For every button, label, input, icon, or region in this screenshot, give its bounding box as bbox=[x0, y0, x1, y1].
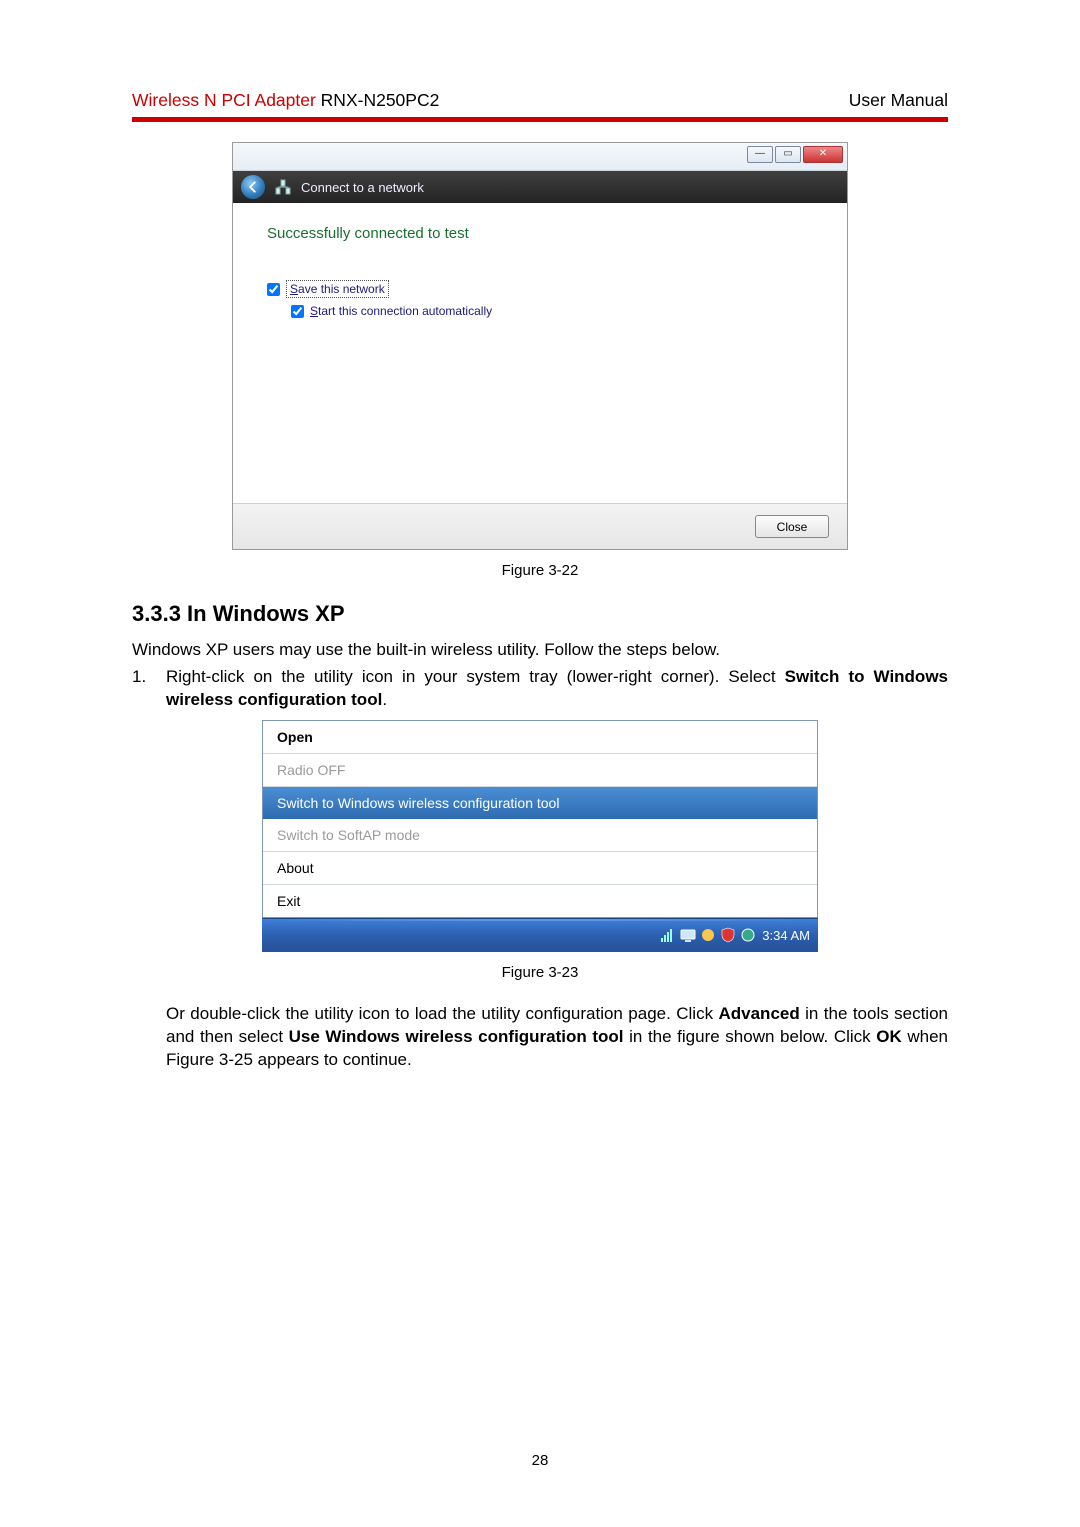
connect-window: Connect to a network Successfully connec… bbox=[232, 142, 848, 550]
window-body: Successfully connected to test Save this… bbox=[233, 203, 847, 503]
section-heading: 3.3.3 In Windows XP bbox=[132, 601, 948, 627]
menu-exit[interactable]: Exit bbox=[263, 885, 817, 917]
header-divider bbox=[132, 117, 948, 122]
page-number: 28 bbox=[132, 1452, 948, 1469]
menu-switch-windows-wireless[interactable]: Switch to Windows wireless configuration… bbox=[263, 787, 817, 819]
step-1: 1. Right-click on the utility icon in yo… bbox=[132, 666, 948, 712]
toolbar-title: Connect to a network bbox=[301, 180, 424, 195]
step-1-number: 1. bbox=[132, 666, 166, 712]
shield-icon[interactable] bbox=[720, 927, 736, 943]
menu-switch-softap: Switch to SoftAP mode bbox=[263, 819, 817, 851]
page-header: Wireless N PCI Adapter RNX-N250PC2 User … bbox=[132, 90, 948, 111]
window-maximize-button[interactable] bbox=[775, 146, 801, 163]
start-auto-checkbox-row: Start this connection automatically bbox=[291, 304, 813, 318]
step-1-text: Right-click on the utility icon in your … bbox=[166, 666, 948, 712]
header-right: User Manual bbox=[849, 90, 948, 111]
network-icon bbox=[275, 179, 291, 195]
start-auto-checkbox[interactable] bbox=[291, 305, 304, 318]
window-minimize-button[interactable] bbox=[747, 146, 773, 163]
tray-context-menu: Open Radio OFF Switch to Windows wireles… bbox=[262, 720, 818, 918]
menu-about[interactable]: About bbox=[263, 852, 817, 884]
close-button[interactable]: Close bbox=[755, 515, 829, 538]
save-network-checkbox[interactable] bbox=[267, 283, 280, 296]
arrow-left-icon bbox=[246, 180, 260, 194]
figure-caption-3-22: Figure 3-22 bbox=[132, 562, 948, 579]
tray-clock: 3:34 AM bbox=[762, 928, 810, 943]
window-footer: Close bbox=[233, 503, 847, 549]
window-toolbar: Connect to a network bbox=[233, 171, 847, 203]
tray-icons bbox=[660, 927, 756, 943]
window-close-button[interactable] bbox=[803, 146, 843, 163]
paragraph-after-fig23: Or double-click the utility icon to load… bbox=[166, 1003, 948, 1072]
sync-icon[interactable] bbox=[700, 927, 716, 943]
monitor-icon[interactable] bbox=[680, 927, 696, 943]
save-network-label: Save this network bbox=[286, 280, 389, 298]
menu-radio-off: Radio OFF bbox=[263, 754, 817, 786]
figure-caption-3-23: Figure 3-23 bbox=[132, 964, 948, 981]
intro-paragraph: Windows XP users may use the built-in wi… bbox=[132, 639, 948, 662]
success-message: Successfully connected to test bbox=[267, 225, 813, 242]
menu-open[interactable]: Open bbox=[263, 721, 817, 753]
header-model: RNX-N250PC2 bbox=[321, 90, 440, 110]
header-title: Wireless N PCI Adapter RNX-N250PC2 bbox=[132, 90, 439, 111]
signal-icon[interactable] bbox=[660, 927, 676, 943]
header-brand: Wireless N PCI Adapter bbox=[132, 90, 321, 110]
update-icon[interactable] bbox=[740, 927, 756, 943]
window-titlebar bbox=[233, 143, 847, 171]
back-button[interactable] bbox=[241, 175, 265, 199]
xp-taskbar-tray: 3:34 AM bbox=[262, 918, 818, 952]
start-auto-label: Start this connection automatically bbox=[310, 304, 492, 318]
save-network-checkbox-row: Save this network bbox=[267, 280, 813, 298]
